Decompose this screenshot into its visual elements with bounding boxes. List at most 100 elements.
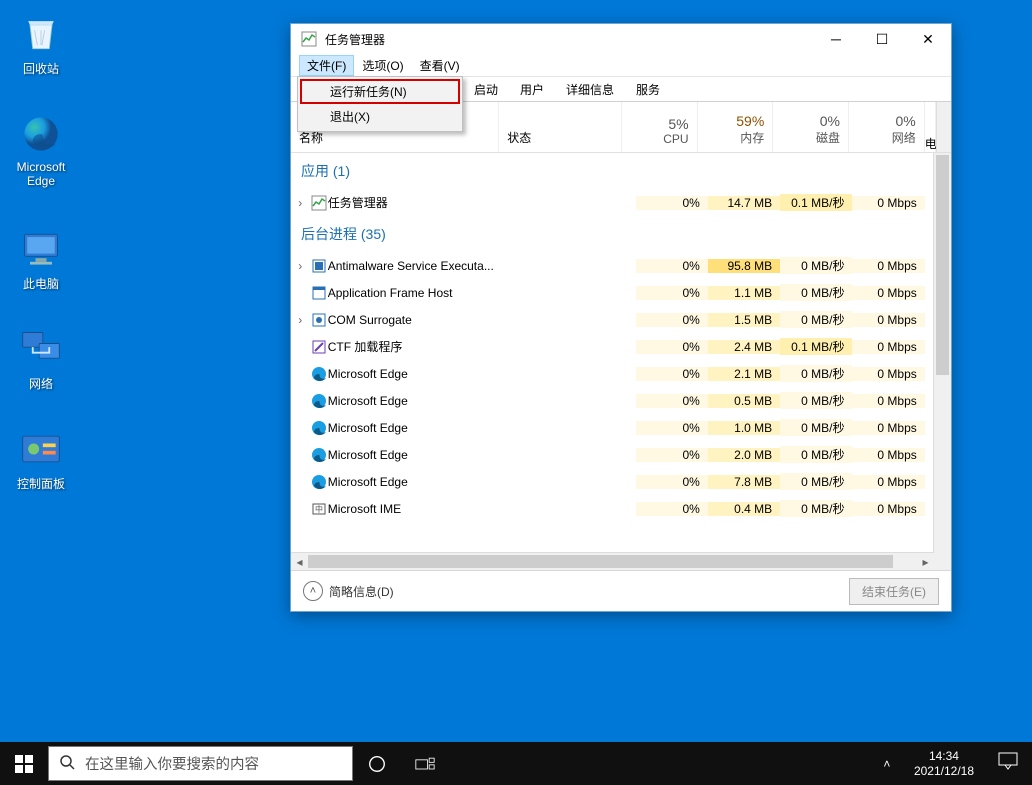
process-name: Antimalware Service Executa...: [328, 259, 520, 273]
task-manager-window: 任务管理器 ─ ☐ ✕ 文件(F) 选项(O) 查看(V) 运行新任务(N) 退…: [290, 23, 952, 612]
close-button[interactable]: ✕: [905, 24, 951, 54]
col-disk[interactable]: 0% 磁盘: [773, 102, 849, 152]
process-icon: [309, 420, 327, 436]
fewer-details-label: 简略信息(D): [329, 583, 394, 600]
network-cell: 0 Mbps: [852, 502, 924, 516]
network-cell: 0 Mbps: [852, 394, 924, 408]
col-network[interactable]: 0% 网络: [849, 102, 925, 152]
fewer-details-button[interactable]: ˄ 简略信息(D): [303, 581, 394, 601]
network-cell: 0 Mbps: [852, 286, 924, 300]
hscroll-right-arrow[interactable]: ▸: [917, 555, 934, 569]
desktop-icon-recycle-bin[interactable]: 回收站: [3, 10, 79, 77]
col-power[interactable]: 电: [925, 102, 936, 152]
action-bar: ˄ 简略信息(D) 结束任务(E): [291, 570, 951, 611]
expand-toggle[interactable]: ›: [291, 259, 309, 273]
horizontal-scrollbar-thumb[interactable]: [308, 555, 893, 568]
process-row[interactable]: Application Frame Host 0% 1.1 MB 0 MB/秒 …: [291, 279, 934, 306]
process-icon: [309, 366, 327, 382]
memory-cell: 1.1 MB: [708, 286, 780, 300]
process-icon: [309, 195, 327, 211]
menu-file[interactable]: 文件(F): [299, 55, 354, 76]
start-button[interactable]: [0, 742, 48, 785]
cpu-cell: 0%: [636, 286, 708, 300]
col-cpu[interactable]: 5% CPU: [622, 102, 698, 152]
disk-cell: 0 MB/秒: [780, 473, 852, 490]
edge-icon: [17, 110, 65, 158]
file-dropdown: 运行新任务(N) 退出(X): [297, 76, 463, 132]
menu-options[interactable]: 选项(O): [354, 55, 411, 76]
recycle-bin-icon: [17, 10, 65, 58]
desktop-icon-this-pc[interactable]: 此电脑: [3, 225, 79, 292]
cpu-cell: 0%: [636, 259, 708, 273]
cpu-cell: 0%: [636, 367, 708, 381]
search-icon: [49, 754, 85, 774]
disk-cell: 0 MB/秒: [780, 392, 852, 409]
cortana-button[interactable]: [353, 742, 401, 785]
vertical-scrollbar-thumb[interactable]: [936, 155, 949, 375]
process-row[interactable]: › 任务管理器 0% 14.7 MB 0.1 MB/秒 0 Mbps: [291, 189, 934, 216]
process-row[interactable]: 中 Microsoft IME 0% 0.4 MB 0 MB/秒 0 Mbps: [291, 495, 934, 522]
maximize-button[interactable]: ☐: [859, 24, 905, 54]
process-row[interactable]: Microsoft Edge 0% 2.0 MB 0 MB/秒 0 Mbps: [291, 441, 934, 468]
process-name: CTF 加载程序: [328, 338, 520, 355]
titlebar[interactable]: 任务管理器 ─ ☐ ✕: [291, 24, 951, 54]
end-task-button[interactable]: 结束任务(E): [849, 578, 939, 605]
process-icon: [309, 285, 327, 301]
process-row[interactable]: Microsoft Edge 0% 0.5 MB 0 MB/秒 0 Mbps: [291, 387, 934, 414]
tray-overflow-button[interactable]: ˄: [870, 757, 904, 771]
tab-details[interactable]: 详细信息: [555, 77, 625, 102]
col-status[interactable]: 状态: [499, 102, 622, 152]
process-icon: 中: [309, 501, 327, 517]
task-view-button[interactable]: [401, 742, 449, 785]
memory-cell: 95.8 MB: [708, 259, 780, 273]
taskbar-clock[interactable]: 14:34 2021/12/18: [904, 749, 984, 778]
taskbar: 在这里输入你要搜索的内容 ˄ 14:34 2021/12/18: [0, 742, 1032, 785]
search-placeholder: 在这里输入你要搜索的内容: [85, 753, 259, 774]
cpu-cell: 0%: [636, 448, 708, 462]
network-icon: [17, 325, 65, 373]
process-row[interactable]: Microsoft Edge 0% 7.8 MB 0 MB/秒 0 Mbps: [291, 468, 934, 495]
tab-users[interactable]: 用户: [509, 77, 555, 102]
expand-toggle[interactable]: ›: [291, 313, 309, 327]
disk-cell: 0 MB/秒: [780, 311, 852, 328]
taskbar-search[interactable]: 在这里输入你要搜索的内容: [48, 746, 353, 781]
chevron-up-icon: ˄: [303, 581, 323, 601]
clock-date: 2021/12/18: [914, 764, 974, 778]
tab-startup[interactable]: 启动: [463, 77, 509, 102]
process-icon: [309, 312, 327, 328]
network-cell: 0 Mbps: [852, 475, 924, 489]
menu-run-new-task[interactable]: 运行新任务(N): [300, 79, 460, 104]
process-row[interactable]: Microsoft Edge 0% 2.1 MB 0 MB/秒 0 Mbps: [291, 360, 934, 387]
memory-cell: 14.7 MB: [708, 196, 780, 210]
process-row[interactable]: › Antimalware Service Executa... 0% 95.8…: [291, 252, 934, 279]
process-row[interactable]: › COM Surrogate 0% 1.5 MB 0 MB/秒 0 Mbps: [291, 306, 934, 333]
vertical-scrollbar[interactable]: [933, 153, 951, 553]
cpu-cell: 0%: [636, 313, 708, 327]
process-icon: [309, 393, 327, 409]
network-cell: 0 Mbps: [852, 448, 924, 462]
clock-time: 14:34: [914, 749, 974, 763]
memory-cell: 2.0 MB: [708, 448, 780, 462]
menu-view[interactable]: 查看(V): [412, 55, 468, 76]
tab-services[interactable]: 服务: [625, 77, 671, 102]
process-row[interactable]: Microsoft Edge 0% 1.0 MB 0 MB/秒 0 Mbps: [291, 414, 934, 441]
minimize-button[interactable]: ─: [813, 24, 859, 54]
hscroll-left-arrow[interactable]: ◂: [291, 555, 308, 569]
network-cell: 0 Mbps: [852, 340, 924, 354]
edge-label: Microsoft Edge: [3, 160, 79, 188]
cpu-cell: 0%: [636, 421, 708, 435]
expand-toggle[interactable]: ›: [291, 196, 309, 210]
desktop-icon-control-panel[interactable]: 控制面板: [3, 425, 79, 492]
memory-cell: 1.5 MB: [708, 313, 780, 327]
desktop-icon-network[interactable]: 网络: [3, 325, 79, 392]
process-name: Application Frame Host: [328, 286, 520, 300]
horizontal-scrollbar[interactable]: ◂ ▸: [291, 552, 934, 570]
col-memory[interactable]: 59% 内存: [698, 102, 774, 152]
group-apps: 应用 (1): [291, 153, 934, 189]
menu-exit[interactable]: 退出(X): [300, 104, 460, 129]
desktop-icon-edge[interactable]: Microsoft Edge: [3, 110, 79, 188]
process-row[interactable]: CTF 加载程序 0% 2.4 MB 0.1 MB/秒 0 Mbps: [291, 333, 934, 360]
notifications-icon: [998, 752, 1018, 770]
notifications-button[interactable]: [984, 752, 1032, 775]
cpu-cell: 0%: [636, 475, 708, 489]
